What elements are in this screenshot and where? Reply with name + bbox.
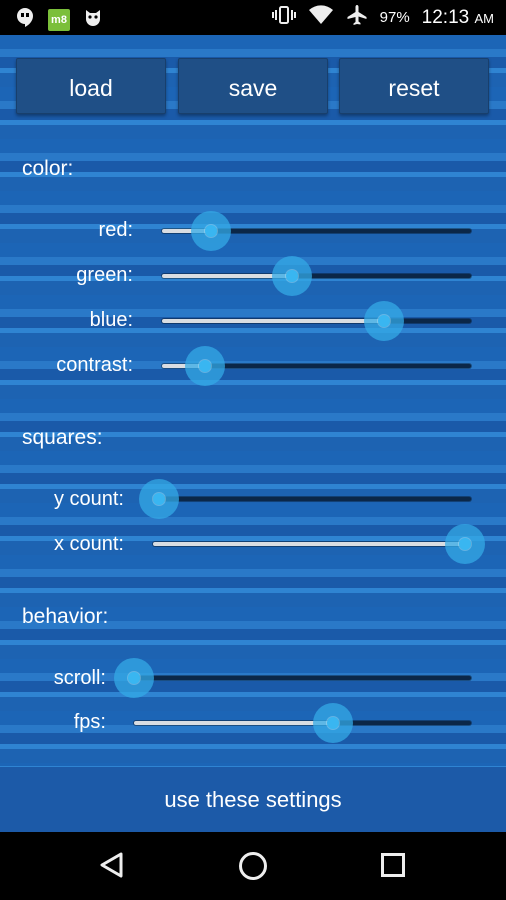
blue-slider-fill xyxy=(162,319,385,323)
contrast-slider[interactable] xyxy=(162,346,471,386)
y-count-slider[interactable] xyxy=(139,479,471,519)
scroll-slider-thumb[interactable] xyxy=(114,658,154,698)
green-slider[interactable] xyxy=(162,256,471,296)
x-count-slider-fill xyxy=(153,542,465,546)
slider-label-green: green: xyxy=(76,264,133,286)
airplane-icon xyxy=(346,4,368,31)
cat-app-icon xyxy=(82,6,104,33)
wifi-icon xyxy=(308,5,334,30)
notification-icons: m8 xyxy=(14,6,104,33)
save-button[interactable]: save xyxy=(178,58,328,114)
slider-label-blue: blue: xyxy=(89,309,133,331)
slider-label-y-count: y count: xyxy=(53,488,124,510)
use-settings-button[interactable]: use these settings xyxy=(0,766,506,833)
system-indicators: 97% 12:13 AM xyxy=(271,0,494,35)
slider-label-fps: fps: xyxy=(73,711,106,733)
x-count-slider[interactable] xyxy=(153,524,485,564)
recents-icon[interactable] xyxy=(381,853,405,877)
clock-ampm: AM xyxy=(474,10,495,26)
scroll-slider[interactable] xyxy=(114,658,471,698)
reset-button[interactable]: reset xyxy=(339,58,489,114)
x-count-slider-thumb[interactable] xyxy=(444,524,485,564)
home-icon[interactable] xyxy=(239,852,267,880)
green-slider-thumb[interactable] xyxy=(271,256,312,296)
clock-time: 12:13 xyxy=(421,6,470,28)
slider-label-contrast: contrast: xyxy=(56,354,133,376)
slider-label-scroll: scroll: xyxy=(53,667,106,689)
red-slider[interactable] xyxy=(162,211,471,251)
clock: 12:13 AM xyxy=(422,7,494,29)
section-title-color: color: xyxy=(22,157,74,180)
fps-slider-fill xyxy=(134,721,333,725)
contrast-slider-thumb[interactable] xyxy=(185,346,226,386)
red-slider-thumb[interactable] xyxy=(191,211,232,251)
load-button[interactable]: load xyxy=(16,58,166,114)
slider-label-red: red: xyxy=(98,219,133,241)
fps-slider[interactable] xyxy=(134,703,471,743)
section-title-behavior: behavior: xyxy=(22,605,109,628)
battery-percent: 97% xyxy=(379,9,410,26)
section-title-squares: squares: xyxy=(22,426,103,449)
m8-app-icon: m8 xyxy=(48,8,70,31)
settings-panel: load save reset color: red: green: blue:… xyxy=(0,35,506,833)
vibrate-icon xyxy=(271,5,296,30)
y-count-slider-thumb[interactable] xyxy=(139,479,180,519)
back-icon[interactable] xyxy=(98,851,126,884)
status-bar: m8 97% 12:13 AM xyxy=(0,0,506,35)
navigation-bar xyxy=(0,832,506,900)
blue-slider-thumb[interactable] xyxy=(364,301,405,341)
slider-label-x-count: x count: xyxy=(53,533,124,555)
blue-slider[interactable] xyxy=(162,301,471,341)
fps-slider-thumb[interactable] xyxy=(312,703,353,743)
hangouts-icon xyxy=(14,6,36,33)
